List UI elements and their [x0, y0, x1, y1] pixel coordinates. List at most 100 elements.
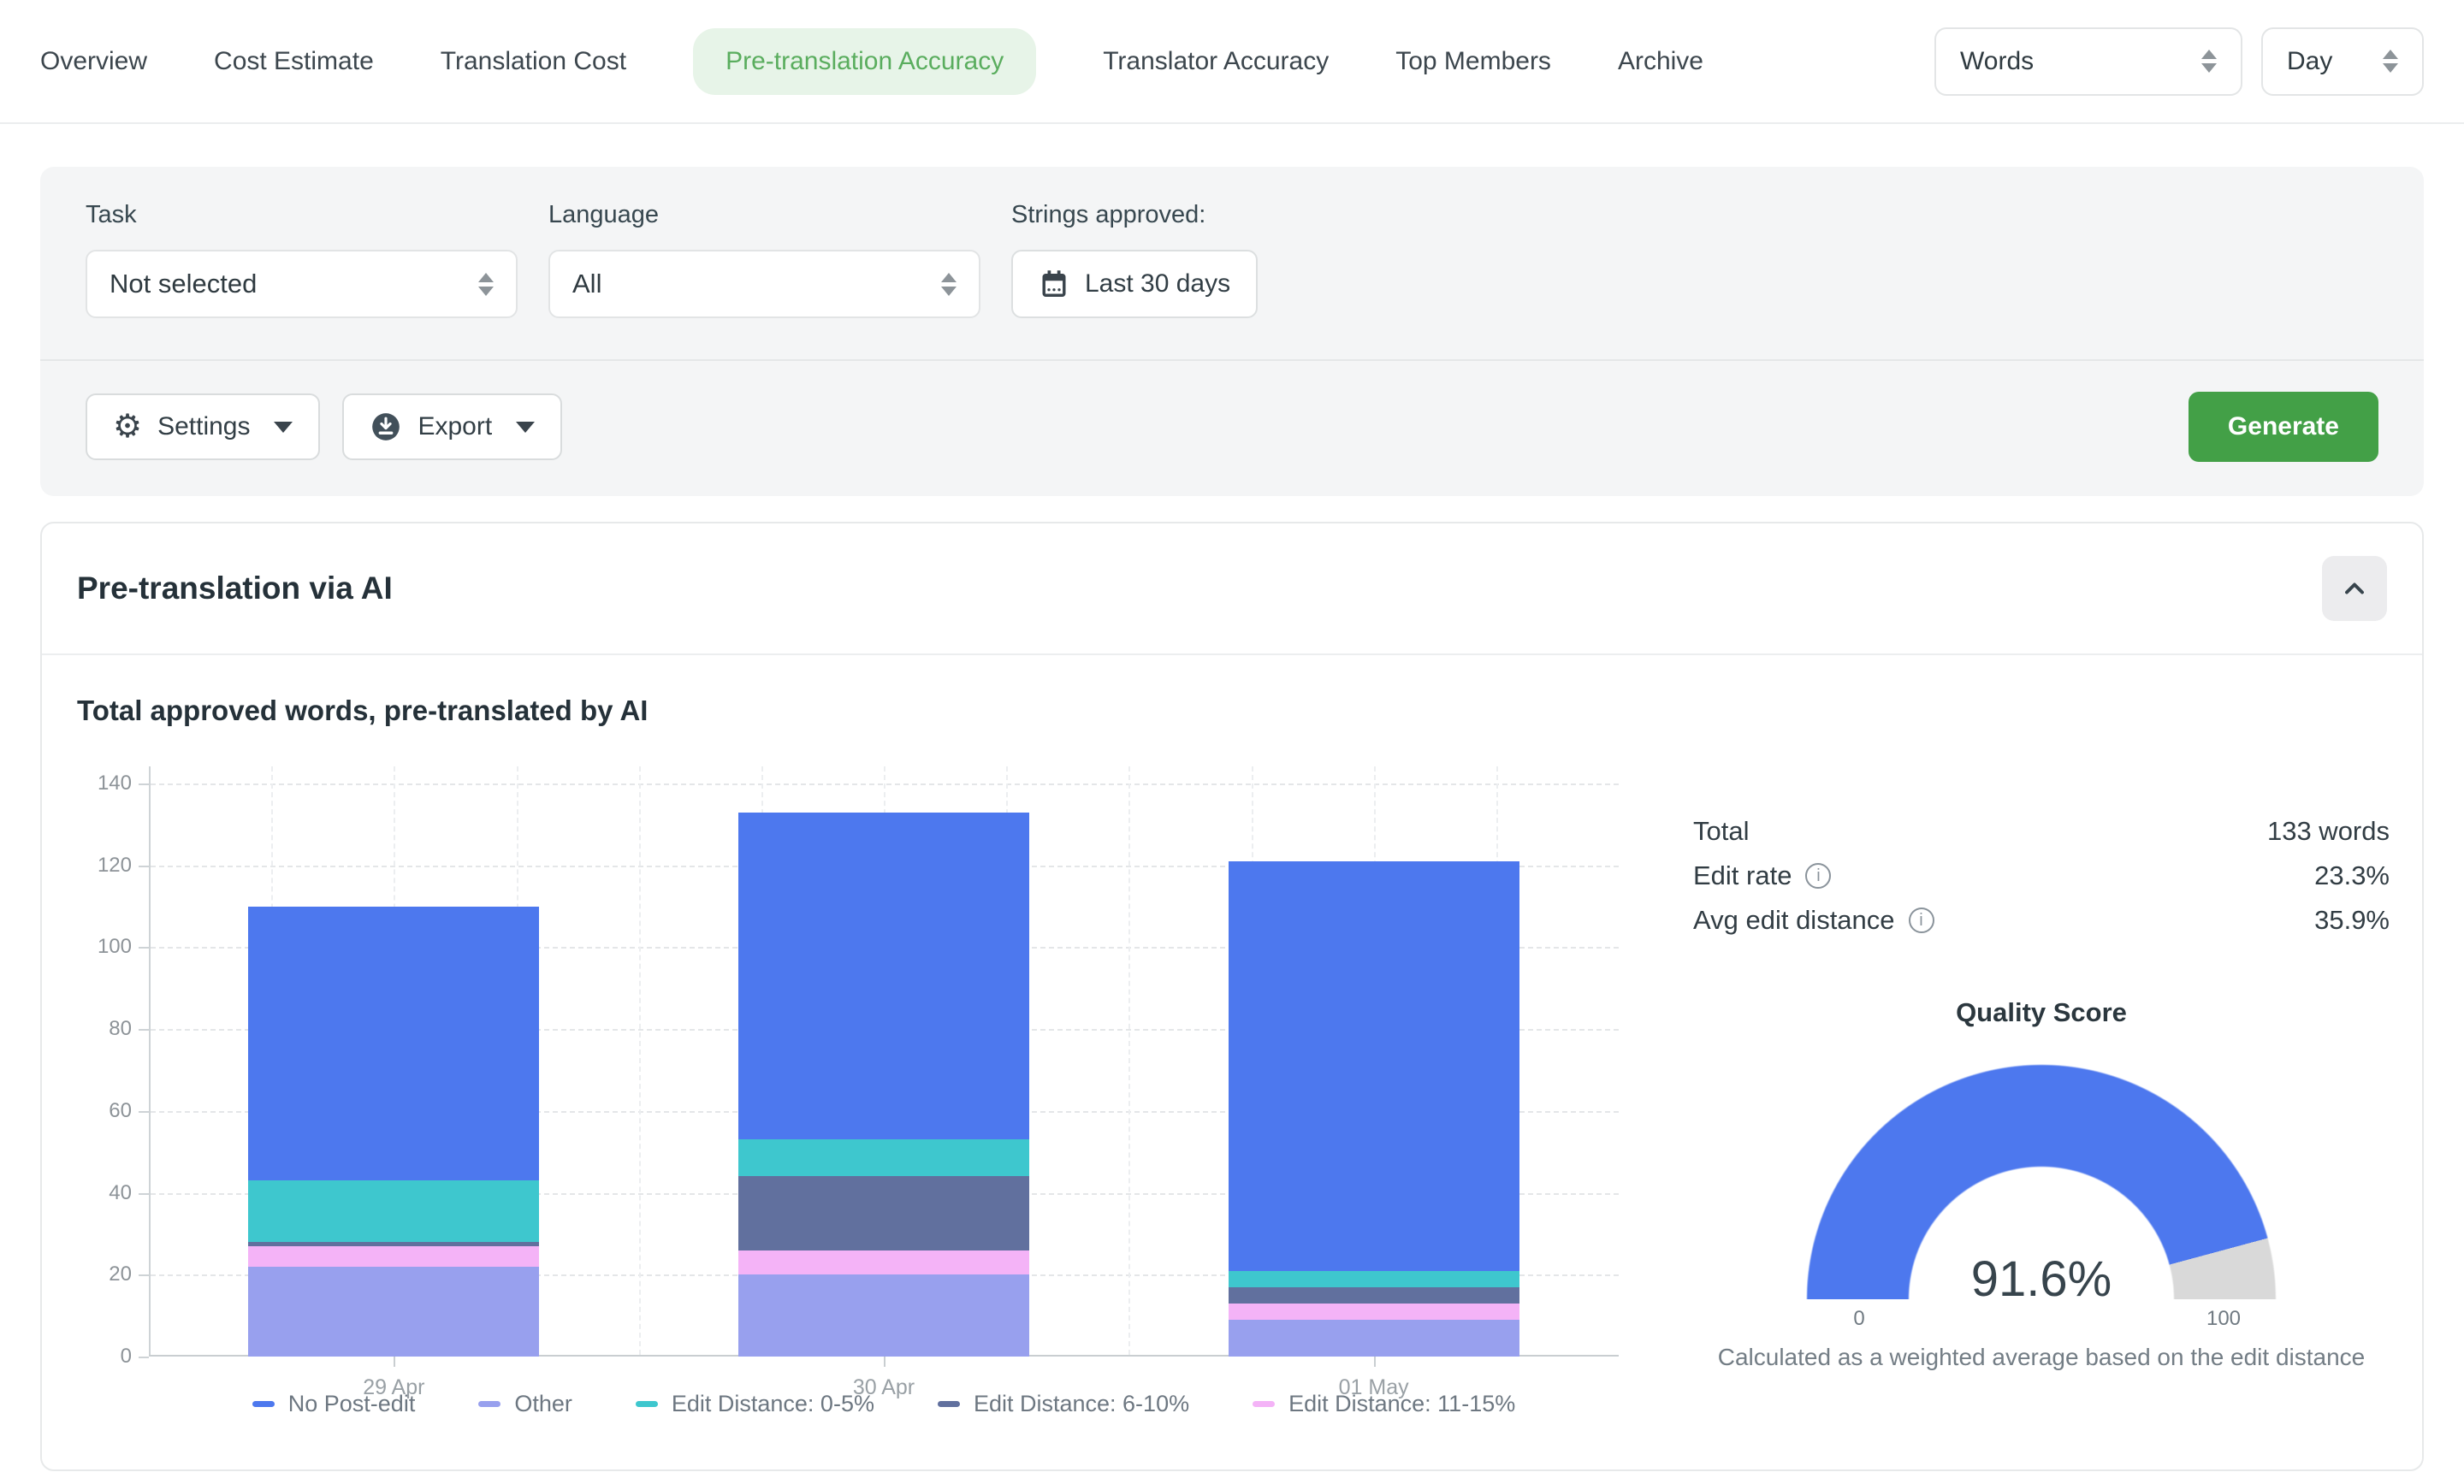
caret-down-icon — [274, 422, 293, 433]
y-axis-tick — [139, 866, 149, 867]
bar-segment — [738, 1250, 1029, 1275]
legend-swatch — [478, 1401, 500, 1407]
stat-value: 35.9% — [2314, 905, 2390, 936]
tab-translator-accuracy[interactable]: Translator Accuracy — [1103, 28, 1329, 95]
bar-segment — [738, 1274, 1029, 1357]
unfold-arrows-icon — [2383, 50, 2398, 73]
y-axis-line — [149, 766, 151, 1357]
card-divider — [42, 653, 2422, 655]
summary-panel: Total 133 words Edit rate i 23.3% Avg edi… — [1685, 727, 2422, 1417]
y-axis-tick — [139, 783, 149, 785]
y-axis-tick — [139, 1029, 149, 1031]
bar-segment — [248, 1267, 539, 1357]
bar-segment — [248, 907, 539, 1181]
legend-item[interactable]: Edit Distance: 6-10% — [938, 1391, 1189, 1417]
y-axis-tick — [139, 1111, 149, 1113]
bar-segment — [1229, 1320, 1519, 1357]
bar-segment — [248, 1180, 539, 1242]
generate-button[interactable]: Generate — [2189, 392, 2378, 462]
bar-segment — [1229, 1304, 1519, 1320]
pre-translation-card: Pre-translation via AI Total approved wo… — [40, 522, 2424, 1471]
y-axis-tick — [139, 947, 149, 949]
report-tabs-bar: Overview Cost Estimate Translation Cost … — [0, 0, 2464, 124]
bar-segment — [738, 813, 1029, 1140]
gauge-title: Quality Score — [1693, 997, 2390, 1028]
settings-button[interactable]: ⚙ Settings — [86, 393, 320, 460]
task-select[interactable]: Not selected — [86, 250, 518, 318]
quality-score-value: 91.6% — [1806, 1250, 2277, 1308]
collapse-section-button[interactable] — [2322, 556, 2387, 621]
download-circle-icon — [370, 411, 402, 443]
tab-top-members[interactable]: Top Members — [1395, 28, 1551, 95]
settings-button-label: Settings — [157, 412, 250, 441]
stat-value: 133 words — [2267, 816, 2390, 847]
y-axis-tick — [139, 1274, 149, 1276]
chart-plot-area: 02040608010012014029 Apr30 Apr01 May — [149, 766, 1619, 1357]
legend-label: Edit Distance: 6-10% — [974, 1391, 1189, 1417]
export-button-label: Export — [418, 412, 492, 441]
y-axis-tick-label: 60 — [79, 1099, 132, 1123]
date-range-button[interactable]: Last 30 days — [1011, 250, 1258, 318]
strings-approved-group: Strings approved: Last 30 days — [1011, 201, 1258, 318]
bar-segment — [738, 1176, 1029, 1250]
y-axis-tick — [139, 1193, 149, 1195]
bar-segment — [1229, 1271, 1519, 1287]
y-axis-tick — [139, 1357, 149, 1358]
tab-overview[interactable]: Overview — [40, 28, 147, 95]
legend-swatch — [252, 1401, 275, 1407]
gauge-min-label: 0 — [1853, 1307, 1864, 1331]
tab-cost-estimate[interactable]: Cost Estimate — [214, 28, 374, 95]
info-icon[interactable]: i — [1805, 863, 1831, 889]
x-axis-tick — [1374, 1357, 1376, 1367]
unfold-arrows-icon — [941, 273, 957, 296]
task-label: Task — [86, 201, 518, 229]
period-select-value: Day — [2287, 47, 2332, 76]
unit-select[interactable]: Words — [1934, 27, 2242, 96]
tab-translation-cost[interactable]: Translation Cost — [441, 28, 626, 95]
x-axis-tick-label: 01 May — [1323, 1375, 1425, 1400]
export-button[interactable]: Export — [342, 393, 562, 460]
tab-pre-translation-accuracy[interactable]: Pre-translation Accuracy — [693, 28, 1036, 95]
stat-label: Edit rate — [1693, 860, 1792, 891]
caret-down-icon — [516, 422, 535, 433]
gear-icon: ⚙ — [113, 411, 142, 443]
report-filter-panel: Task Not selected Language All Strings a… — [40, 167, 2424, 496]
bar-segment — [248, 1246, 539, 1267]
bar-segment — [1229, 1287, 1519, 1304]
task-select-value: Not selected — [110, 269, 257, 299]
bar-segment — [248, 1242, 539, 1246]
stacked-bar-chart: 02040608010012014029 Apr30 Apr01 May No … — [42, 727, 1685, 1417]
stat-value: 23.3% — [2314, 860, 2390, 891]
legend-swatch — [938, 1401, 960, 1407]
y-axis-tick-label: 140 — [79, 772, 132, 795]
period-select[interactable]: Day — [2261, 27, 2424, 96]
chart-heading: Total approved words, pre-translated by … — [77, 695, 2422, 727]
legend-label: Other — [514, 1391, 572, 1417]
x-axis-tick — [394, 1357, 395, 1367]
legend-item[interactable]: Other — [478, 1391, 572, 1417]
y-axis-tick-label: 80 — [79, 1017, 132, 1041]
x-gridline — [639, 766, 641, 1355]
x-gridline — [1128, 766, 1130, 1355]
language-select-value: All — [572, 269, 601, 299]
info-icon[interactable]: i — [1909, 908, 1934, 933]
x-axis-tick-label: 30 Apr — [832, 1375, 935, 1400]
y-axis-tick-label: 100 — [79, 935, 132, 959]
quality-score-gauge: Quality Score 91.6% 0 100 Calculated as … — [1693, 997, 2390, 1371]
stat-row-edit-rate: Edit rate i 23.3% — [1693, 854, 2390, 898]
date-range-value: Last 30 days — [1085, 269, 1230, 299]
x-axis-tick-label: 29 Apr — [342, 1375, 445, 1400]
calendar-icon — [1039, 269, 1069, 299]
stat-label: Total — [1693, 816, 1749, 847]
stat-label: Avg edit distance — [1693, 905, 1895, 936]
language-select[interactable]: All — [548, 250, 980, 318]
bar-segment — [1229, 861, 1519, 1271]
chevron-up-icon — [2339, 573, 2370, 604]
legend-swatch — [1253, 1401, 1275, 1407]
x-axis-tick — [884, 1357, 886, 1367]
unit-select-value: Words — [1960, 47, 2034, 76]
bar-segment — [738, 1139, 1029, 1176]
tab-archive[interactable]: Archive — [1618, 28, 1703, 95]
unfold-arrows-icon — [478, 273, 494, 296]
y-axis-tick-label: 120 — [79, 854, 132, 878]
